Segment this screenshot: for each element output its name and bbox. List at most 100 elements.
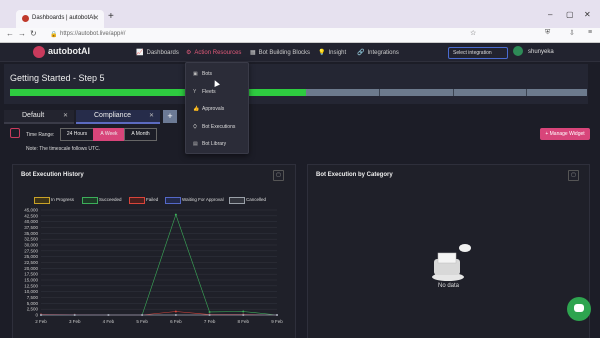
thumbs-up-icon: 👍 [193,106,200,112]
dropdown-item-label: Bot Executions [202,124,236,130]
lock-icon: 🔒 [50,32,58,38]
range-a-month-button[interactable]: A Month [124,128,157,141]
progress-step [250,89,304,96]
dropdown-item-bot-library[interactable]: ▤ Bot Library [193,141,226,147]
fleets-icon: Y [193,89,197,95]
chat-icon [574,304,584,312]
dropdown-item-bot-executions[interactable]: ⛭ Bot Executions [193,124,235,130]
close-icon[interactable]: ✕ [149,112,154,119]
brand-name: autobotAI [48,46,90,56]
add-tab-button[interactable]: + [163,110,177,123]
legend-label: Cancelled [246,197,267,202]
menu-action-resources[interactable]: ⚙ Action Resources [186,49,241,56]
chart-icon: 📈 [136,50,144,56]
app-header: autobotAI 📈 Dashboards ⚙ Action Resources … [0,43,600,62]
select-integration-label: Select integration [453,50,492,56]
legend-swatch [82,197,98,204]
no-data-text: No data [438,283,460,289]
expand-icon[interactable]: ▢ [273,170,284,181]
select-integration-dropdown[interactable]: Select integration [448,47,508,59]
menu-integrations[interactable]: 🔗 Integrations [357,49,399,56]
close-window-icon[interactable]: ✕ [584,10,591,19]
legend-label: Failed [146,197,159,202]
legend-swatch [34,197,50,204]
dropdown-item-approvals[interactable]: 👍 Approvals [193,106,224,112]
blocks-icon: ▦ [250,50,256,56]
tab-label: Default [22,112,45,119]
close-icon[interactable]: ✕ [63,112,68,119]
menu-label: Dashboards [146,50,179,56]
browser-tab[interactable]: Dashboards | autobotAI ✕ [16,10,104,28]
dropdown-item-fleets[interactable]: Y Fleets [193,89,216,95]
action-resources-dropdown: ▣ Bots Y Fleets 👍 Approvals ⛭ Bot Executions… [185,62,249,154]
manage-widget-button[interactable]: + Manage Widget [540,128,590,140]
range-24-hours-button[interactable]: 24 Hours [60,128,94,141]
minimize-icon[interactable]: – [548,10,552,19]
screen: Dashboards | autobotAI ✕ + – ▢ ✕ ← → ↻ 🔒… [0,0,600,338]
reload-icon[interactable]: ↻ [30,29,37,38]
legend-swatch [165,197,181,204]
menu-icon[interactable]: ≡ [588,29,592,36]
menu-label: Bot Building Blocks [258,50,311,56]
url-text: https://autobot.live/app#/ [60,31,126,37]
getting-started-title: Getting Started - Step 5 [10,73,105,83]
favicon-icon [22,15,29,22]
panel-title: Bot Execution by Category [316,172,393,178]
legend-swatch [229,197,245,204]
back-icon[interactable]: ← [6,29,14,38]
forward-icon[interactable]: → [18,29,26,38]
bots-icon: ▣ [193,71,198,77]
gear-icon: ⚙ [186,50,192,56]
library-icon: ▤ [193,141,198,147]
browser-tab-title: Dashboards | autobotAI [32,15,95,21]
menu-bot-building-blocks[interactable]: ▦ Bot Building Blocks [250,49,310,56]
menu-label: Integrations [367,50,399,56]
dropdown-item-label: Bots [202,71,213,77]
avatar[interactable] [513,46,523,56]
browser-nav-bar: ← → ↻ 🔒 https://autobot.live/app#/ ☆ ⛨ ⇩… [0,28,600,43]
tab-compliance[interactable]: Compliance ✕ [76,110,160,124]
extensions-icon[interactable]: ⇩ [569,29,575,37]
lightbulb-icon: 💡 [318,50,326,56]
browser-tab-strip: Dashboards | autobotAI ✕ + – ▢ ✕ [0,0,600,28]
progress-step [10,89,183,96]
shield-icon[interactable]: ⛨ [545,29,550,37]
legend-swatch [129,197,145,204]
menu-label: Insight [328,50,347,56]
progress-remaining [306,89,587,96]
expand-icon[interactable]: ▢ [568,170,579,181]
url-bar[interactable]: 🔒 https://autobot.live/app#/ [46,29,446,41]
bookmark-star-icon[interactable]: ☆ [470,29,476,37]
chat-button[interactable] [567,297,591,321]
menu-insight[interactable]: 💡 Insight [318,49,346,56]
dropdown-item-bots[interactable]: ▣ Bots [193,71,212,77]
range-a-week-button[interactable]: A Week [93,128,125,141]
progress-divider [526,89,527,96]
time-range-label: Time Range: [26,132,55,138]
user-name[interactable]: shunyeka [528,49,554,55]
panel-title: Bot Execution History [21,172,84,178]
no-data-illustration-icon [432,244,471,281]
progress-divider [453,89,454,96]
calendar-icon [10,128,20,138]
dropdown-item-label: Fleets [202,89,216,95]
dropdown-item-label: Bot Library [202,141,227,147]
menu-dashboards[interactable]: 📈 Dashboards [136,49,179,56]
tab-label: Compliance [94,112,131,119]
autobot-logo-icon [33,46,45,58]
new-tab-button[interactable]: + [108,11,114,22]
menu-label: Action Resources [194,50,242,56]
close-tab-icon[interactable]: ✕ [93,14,99,22]
progress-divider [379,89,380,96]
tab-default[interactable]: Default ✕ [4,110,74,124]
progress-bar [10,89,588,96]
dropdown-item-label: Approvals [202,106,225,112]
timescale-note: Note: The timescale follows UTC. [26,146,101,152]
legend-label: Waiting For Approval [182,197,224,202]
getting-started-panel: Getting Started - Step 5 [4,64,588,104]
maximize-icon[interactable]: ▢ [566,10,574,19]
legend-label: Succeeded [99,197,122,202]
executions-icon: ⛭ [193,124,198,130]
legend-label: In Progress [51,197,75,202]
bot-execution-history-panel: Bot Execution History ▢ [12,164,296,338]
